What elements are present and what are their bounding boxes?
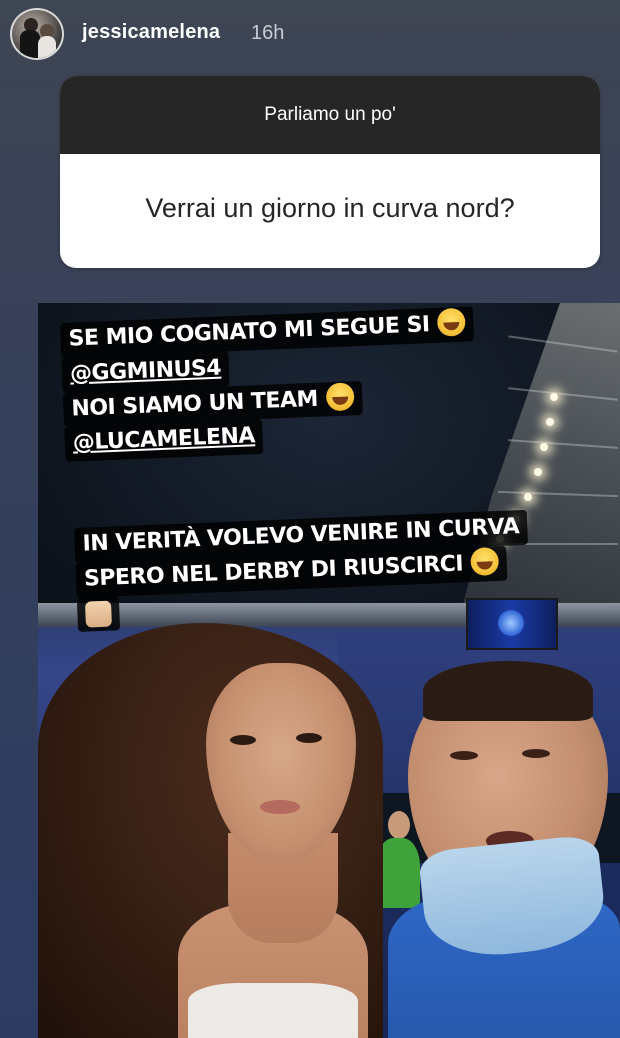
- woman-lips: [260, 800, 300, 814]
- tears-of-joy-emoji-icon: [436, 307, 467, 337]
- question-sticker[interactable]: Parliamo un po' Verrai un giorno in curv…: [60, 76, 600, 268]
- background-person-head: [388, 811, 410, 839]
- story-photo: SE MIO COGNATO MI SEGUE SI @GGMINUS4 NOI…: [38, 303, 620, 1038]
- tears-of-joy-emoji-icon: [325, 381, 355, 411]
- caption-line: NOI SIAMO UN TEAM: [70, 386, 319, 422]
- mention-ggminus4[interactable]: @GGMINUS4: [70, 355, 222, 386]
- caption-block-1[interactable]: SE MIO COGNATO MI SEGUE SI @GGMINUS4 NOI…: [60, 306, 478, 463]
- man-eye-right: [522, 749, 550, 758]
- post-time: 16h: [251, 22, 285, 44]
- man-hair: [423, 661, 593, 721]
- story-header: jessicamelena 16h: [0, 0, 620, 66]
- mention-lucamelena[interactable]: @LUCAMELENA: [72, 424, 255, 456]
- man-eye-left: [450, 751, 478, 760]
- profile-avatar[interactable]: [10, 8, 64, 60]
- username[interactable]: jessicamelena: [82, 21, 220, 44]
- caption-block-2[interactable]: IN VERITÀ VOLEVO VENIRE IN CURVA SPERO N…: [74, 509, 531, 633]
- tears-of-joy-emoji-icon: [470, 546, 500, 576]
- question-sticker-header: Parliamo un po': [60, 76, 600, 154]
- woman-eye-left: [230, 735, 256, 745]
- woman-eye-right: [296, 733, 322, 743]
- question-text: Verrai un giorno in curva nord?: [145, 192, 515, 223]
- folded-hands-emoji-icon: [84, 600, 112, 628]
- woman-shirt: [188, 983, 358, 1038]
